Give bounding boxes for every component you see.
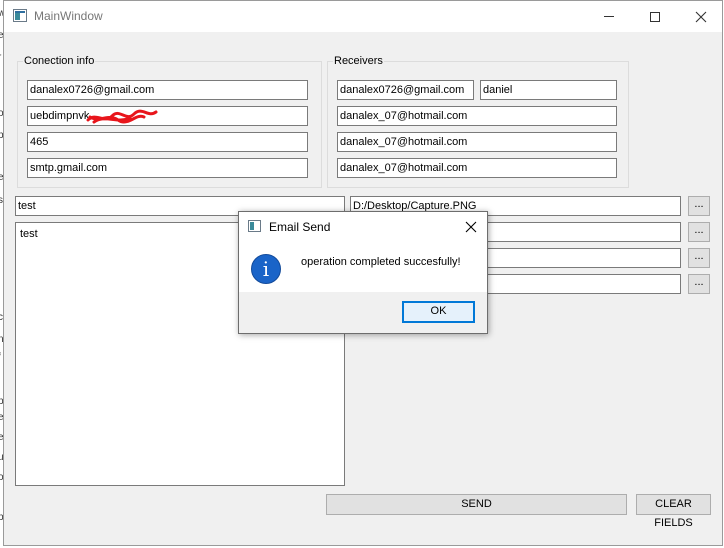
sender-email-field[interactable]: danalex0726@gmail.com bbox=[27, 80, 308, 100]
maximize-icon bbox=[650, 11, 660, 22]
dialog-message: operation completed succesfully! bbox=[301, 256, 461, 268]
redaction-scribble bbox=[86, 109, 158, 124]
close-icon bbox=[465, 221, 477, 233]
receiver-email-2[interactable]: danalex_07@hotmail.com bbox=[337, 106, 617, 126]
dialog-title: Email Send bbox=[269, 220, 331, 234]
email-send-dialog: Email Send i operation completed succesf… bbox=[238, 211, 488, 334]
maximize-button[interactable] bbox=[632, 1, 678, 32]
connection-info-title: Conection info bbox=[23, 55, 96, 67]
window-title: MainWindow bbox=[34, 9, 103, 23]
clear-fields-button[interactable]: CLEAR FIELDS bbox=[636, 494, 711, 529]
port-field[interactable]: 465 bbox=[27, 132, 308, 152]
receiver-name-1[interactable]: daniel bbox=[480, 80, 617, 100]
receivers-title: Receivers bbox=[333, 55, 384, 67]
minimize-icon bbox=[604, 16, 614, 17]
browse-button-3[interactable]: ... bbox=[688, 248, 710, 268]
dialog-title-bar: Email Send bbox=[239, 212, 487, 242]
minimize-button[interactable] bbox=[586, 1, 632, 32]
dialog-app-icon bbox=[248, 220, 261, 232]
info-icon: i bbox=[251, 254, 281, 284]
dialog-close-button[interactable] bbox=[459, 215, 483, 239]
dialog-body: i operation completed succesfully! bbox=[239, 242, 487, 292]
app-icon bbox=[13, 9, 27, 22]
close-button[interactable] bbox=[678, 1, 724, 32]
close-icon bbox=[695, 11, 707, 22]
browse-button-1[interactable]: ... bbox=[688, 196, 710, 216]
title-bar: MainWindow bbox=[4, 1, 722, 32]
browse-button-4[interactable]: ... bbox=[688, 274, 710, 294]
receiver-email-1[interactable]: danalex0726@gmail.com bbox=[337, 80, 474, 100]
smtp-server-field[interactable]: smtp.gmail.com bbox=[27, 158, 308, 178]
ok-button[interactable]: OK bbox=[402, 301, 475, 323]
password-field[interactable]: uebdimpnvk bbox=[27, 106, 308, 126]
receiver-email-3[interactable]: danalex_07@hotmail.com bbox=[337, 132, 617, 152]
receiver-email-4[interactable]: danalex_07@hotmail.com bbox=[337, 158, 617, 178]
browse-button-2[interactable]: ... bbox=[688, 222, 710, 242]
send-button[interactable]: SEND bbox=[326, 494, 627, 515]
